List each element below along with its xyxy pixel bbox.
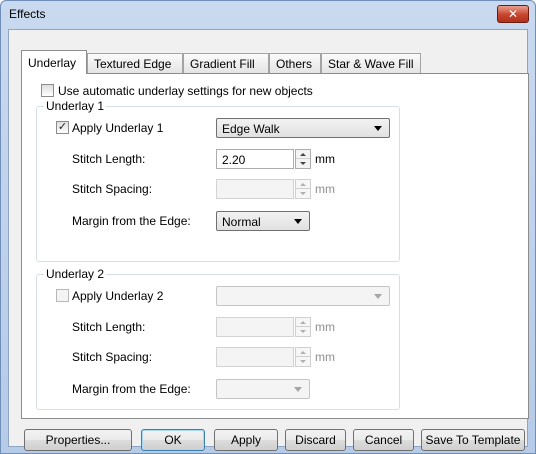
spin-down-icon[interactable] [296,327,310,336]
stitch-spacing2-label: Stitch Spacing: [72,350,153,364]
spin-up-icon[interactable] [296,150,310,159]
chevron-down-icon [294,219,302,224]
margin-edge-select[interactable]: Normal [216,211,310,231]
stitch-length-input[interactable]: 2.20 [216,149,294,169]
stitch-length-value: 2.20 [222,153,246,167]
stitch-length2-spinner[interactable] [295,317,311,337]
underlay-tab-page: Use automatic underlay settings for new … [21,73,529,419]
underlay2-caption: Underlay 2 [44,267,107,281]
apply-button[interactable]: Apply [214,429,278,451]
ok-button-label: OK [164,433,182,447]
apply-underlay1-label: Apply Underlay 1 [72,121,164,135]
properties-button[interactable]: Properties... [24,429,132,451]
stitch-length-label: Stitch Length: [72,152,146,166]
apply-underlay1-checkbox[interactable]: ✓ [56,121,69,134]
auto-underlay-label: Use automatic underlay settings for new … [58,84,313,98]
stitch-spacing-unit: mm [315,182,335,196]
apply-button-label: Apply [230,433,262,447]
window-title: Effects [9,7,46,21]
cancel-button[interactable]: Cancel [353,429,414,451]
apply-underlay2-checkbox[interactable] [56,289,69,302]
effects-dialog: Effects ✕ Underlay Textured Edge Gradien… [0,0,536,454]
stitch-spacing-spinner[interactable] [295,179,311,199]
stitch-length2-input[interactable] [216,317,294,337]
stitch-spacing2-input[interactable] [216,347,294,367]
tab-label: Underlay [28,55,77,70]
stitch-spacing2-spinner[interactable] [295,347,311,367]
stitch-spacing2-unit: mm [315,350,335,364]
apply-underlay2-label: Apply Underlay 2 [72,289,164,303]
chevron-down-icon [294,387,302,392]
spin-down-icon[interactable] [296,189,310,198]
dialog-body: Underlay Textured Edge Gradient Fill Oth… [8,29,529,451]
stitch-length-spinner[interactable] [295,149,311,169]
tab-label: Gradient Fill [190,56,255,71]
tab-gradient-fill[interactable]: Gradient Fill [183,53,269,73]
chevron-down-icon [374,294,382,299]
close-icon: ✕ [507,7,519,21]
spin-up-icon[interactable] [296,348,310,357]
ok-button[interactable]: OK [141,429,205,451]
tab-underlay[interactable]: Underlay [21,50,87,74]
underlay1-caption: Underlay 1 [44,99,107,113]
discard-button[interactable]: Discard [285,429,346,451]
stitch-length2-label: Stitch Length: [72,320,146,334]
tab-label: Others [276,56,313,71]
save-template-button-label: Save To Template [425,433,521,447]
spin-down-icon[interactable] [296,159,310,168]
auto-underlay-checkbox[interactable] [41,84,54,97]
stitch-spacing-label: Stitch Spacing: [72,182,153,196]
close-button[interactable]: ✕ [497,5,529,23]
underlay2-type-select[interactable] [216,286,390,306]
tab-star-wave-fill[interactable]: Star & Wave Fill [321,53,421,73]
tab-label: Textured Edge [94,56,172,71]
margin-edge2-label: Margin from the Edge: [72,382,191,396]
underlay1-type-value: Edge Walk [222,122,280,136]
tab-textured-edge[interactable]: Textured Edge [87,53,183,73]
spin-up-icon[interactable] [296,180,310,189]
chevron-down-icon [374,126,382,131]
discard-button-label: Discard [295,433,336,447]
spin-down-icon[interactable] [296,357,310,366]
tab-others[interactable]: Others [269,53,321,73]
tab-label: Star & Wave Fill [328,56,414,71]
margin-edge-value: Normal [222,215,261,229]
stitch-length2-unit: mm [315,320,335,334]
margin-edge-label: Margin from the Edge: [72,214,191,228]
spin-up-icon[interactable] [296,318,310,327]
margin-edge2-select[interactable] [216,379,310,399]
properties-button-label: Properties... [45,433,111,447]
stitch-spacing-input[interactable] [216,179,294,199]
save-to-template-button[interactable]: Save To Template [421,429,525,451]
cancel-button-label: Cancel [364,433,403,447]
title-bar[interactable]: Effects ✕ [1,1,535,29]
underlay1-type-select[interactable]: Edge Walk [216,118,390,138]
stitch-length-unit: mm [315,152,335,166]
